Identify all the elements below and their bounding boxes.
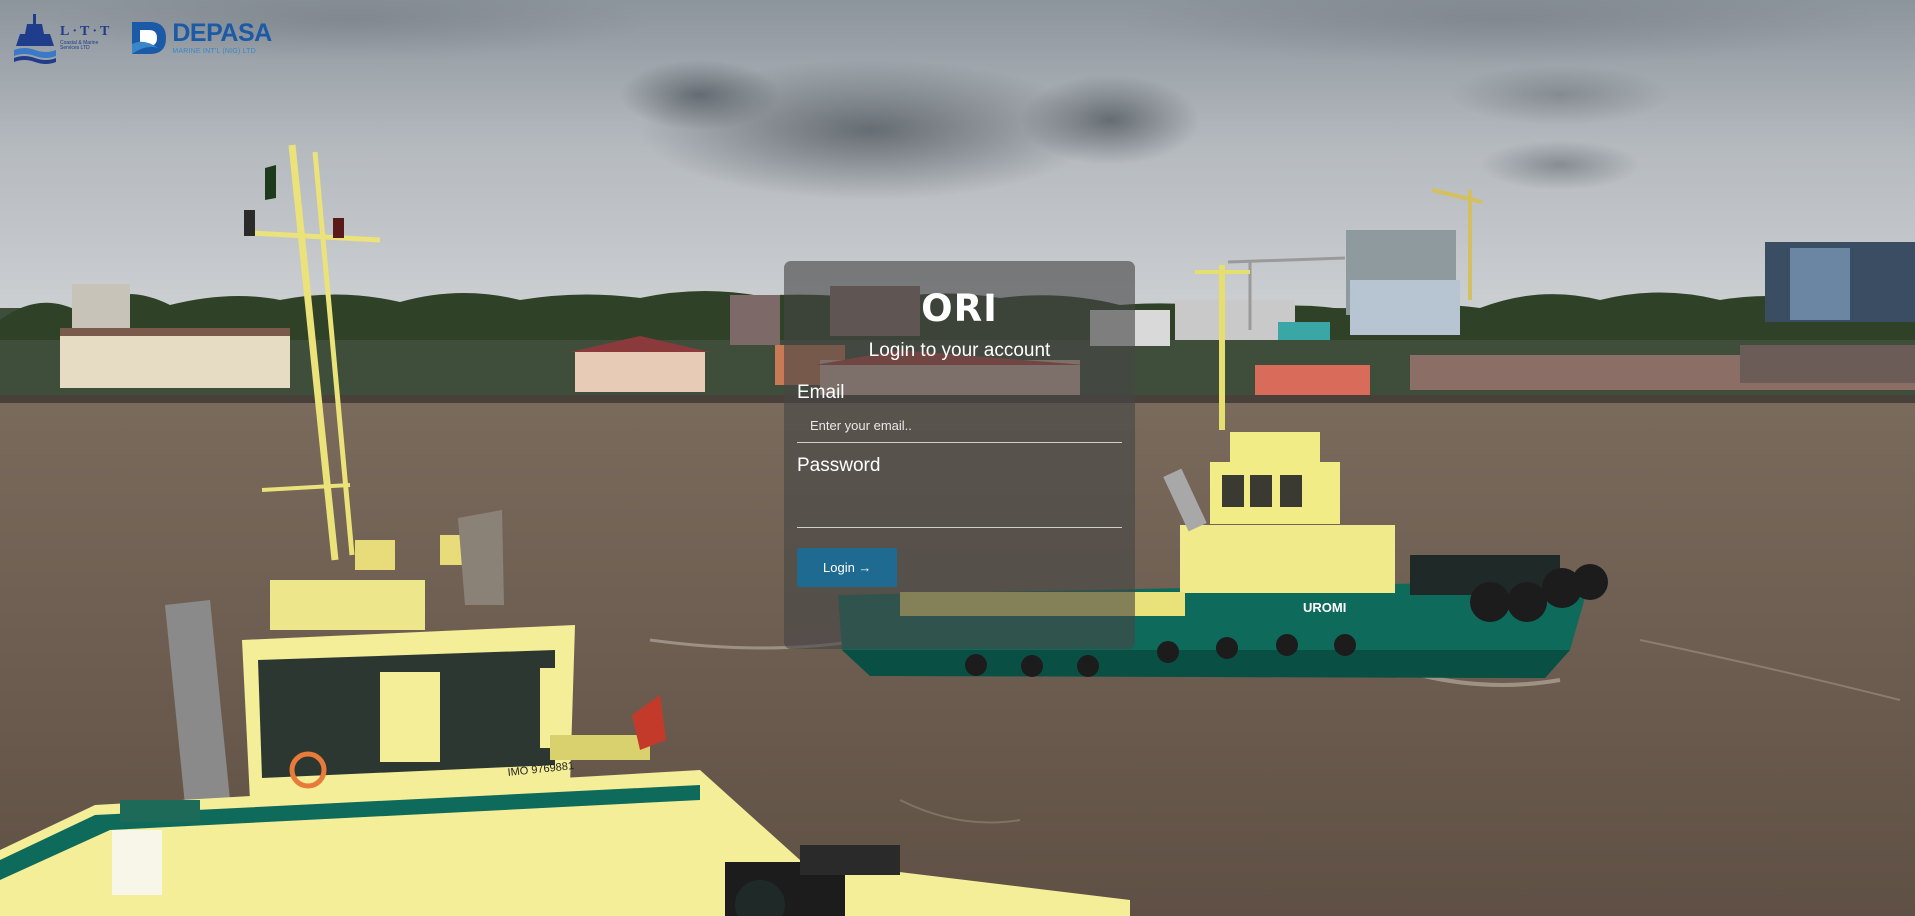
partner-logos: L·T·T Coastal & Marine Services LTD DEPA… bbox=[14, 12, 272, 64]
ship-logo-icon bbox=[14, 14, 56, 64]
password-field[interactable] bbox=[797, 483, 1122, 528]
depasa-d-icon bbox=[132, 22, 167, 54]
tug-name-text: UROMI bbox=[1303, 600, 1346, 615]
email-label: Email bbox=[797, 382, 845, 403]
depasa-logo: DEPASA MARINE INT'L (NIG) LTD bbox=[128, 18, 272, 58]
ltt-logo-subtitle: Coastal & Marine Services LTD bbox=[60, 40, 99, 51]
login-form: ORI Login to your account Email Password… bbox=[784, 261, 1135, 649]
ltt-logo: L·T·T Coastal & Marine Services LTD bbox=[14, 12, 112, 64]
depasa-logo-subtitle: MARINE INT'L (NIG) LTD bbox=[172, 48, 256, 55]
password-label: Password bbox=[797, 455, 881, 476]
brand-title: ORI bbox=[921, 287, 998, 330]
login-button[interactable]: Login → bbox=[797, 548, 898, 587]
login-subtitle: Login to your account bbox=[868, 340, 1051, 361]
email-field[interactable] bbox=[797, 408, 1122, 443]
ltt-logo-title: L·T·T bbox=[60, 24, 113, 39]
depasa-logo-title: DEPASA bbox=[172, 19, 272, 47]
